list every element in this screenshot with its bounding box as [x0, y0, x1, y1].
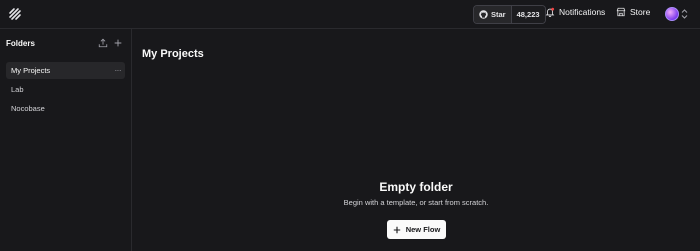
store-button[interactable]: Store [616, 7, 650, 17]
notifications-label: Notifications [559, 7, 606, 17]
github-icon [479, 10, 488, 19]
github-star-widget[interactable]: Star 48,223 [473, 5, 546, 24]
app-logo-icon[interactable] [8, 7, 22, 21]
folders-sidebar: Folders My Projects ··· Lab Nocobase [0, 29, 132, 251]
sidebar-item-label: My Projects [11, 66, 51, 75]
sidebar-item-label: Nocobase [11, 104, 45, 113]
empty-state-subtitle: Begin with a template, or start from scr… [343, 198, 489, 207]
sidebar-title: Folders [6, 39, 35, 48]
user-avatar[interactable] [665, 7, 679, 21]
plus-icon [393, 226, 400, 233]
chevron-up-down-icon[interactable] [681, 9, 688, 19]
page-title: My Projects [142, 48, 204, 60]
add-folder-icon[interactable] [113, 38, 123, 48]
more-options-icon[interactable]: ··· [115, 66, 122, 75]
sidebar-item-my-projects[interactable]: My Projects ··· [6, 62, 125, 79]
sidebar-item-label: Lab [11, 85, 24, 94]
sidebar-item-lab[interactable]: Lab [6, 81, 125, 98]
github-star-label: Star [491, 10, 506, 19]
github-star-count: 48,223 [510, 6, 545, 23]
store-icon [616, 7, 626, 17]
notifications-button[interactable]: Notifications [545, 7, 605, 17]
new-flow-label: New Flow [405, 225, 441, 234]
store-label: Store [630, 7, 651, 17]
empty-state-title: Empty folder [379, 180, 453, 194]
github-star-button[interactable]: Star [474, 6, 511, 23]
bell-icon [545, 7, 555, 17]
upload-icon[interactable] [98, 38, 108, 48]
new-flow-button[interactable]: New Flow [387, 220, 446, 239]
top-bar: Star 48,223 Notifications Store [0, 0, 700, 29]
sidebar-item-nocobase[interactable]: Nocobase [6, 100, 125, 117]
